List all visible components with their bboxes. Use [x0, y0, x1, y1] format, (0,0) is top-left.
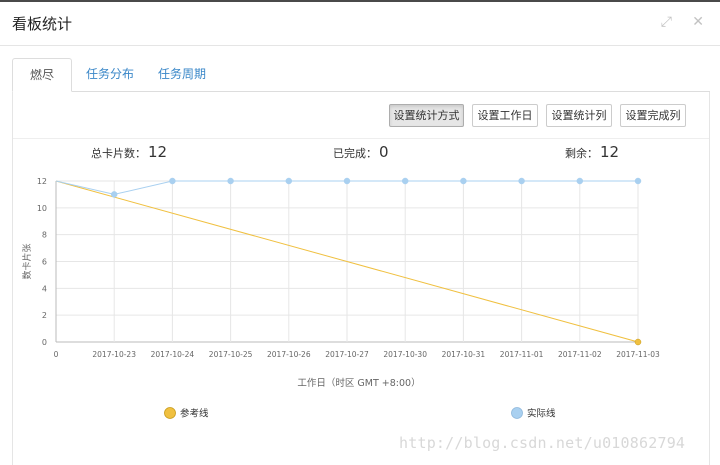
y-tick-label: 12	[37, 177, 47, 186]
x-tick-label: 2017-10-31	[442, 350, 486, 359]
data-point	[518, 177, 525, 185]
x-tick-label: 2017-10-23	[92, 350, 136, 359]
data-point	[460, 177, 467, 185]
legend-marker	[511, 407, 523, 419]
x-tick-label: 2017-10-25	[209, 350, 253, 359]
y-tick-label: 10	[37, 204, 47, 213]
x-axis-label: 工作日（时区 GMT +8:00）	[297, 377, 420, 389]
x-tick-label: 2017-11-01	[500, 350, 544, 359]
x-tick-label: 2017-10-26	[267, 350, 311, 359]
y-axis-label: 数卡片张	[21, 243, 33, 279]
data-point	[169, 177, 176, 185]
data-point	[227, 177, 234, 185]
data-point	[110, 191, 118, 198]
data-point	[576, 177, 584, 185]
y-tick-label: 4	[42, 284, 47, 293]
y-tick-label: 6	[42, 258, 47, 267]
x-tick-label: 2017-10-30	[383, 350, 427, 359]
burndown-chart: 0 2 4 6 8 10 12 0 2017-10-23 2017-10-24 2017-10-25…	[21, 177, 660, 420]
data-point	[343, 177, 351, 185]
legend-label: 参考线	[180, 408, 209, 420]
y-tick-label: 2	[42, 311, 47, 320]
x-tick-label: 2017-11-02	[558, 350, 602, 359]
x-tick-label: 2017-10-27	[325, 350, 369, 359]
data-point	[401, 177, 409, 185]
x-tick-label: 2017-11-03	[616, 350, 660, 359]
x-tick-label: 2017-10-24	[151, 350, 195, 359]
data-point	[285, 177, 293, 185]
watermark: http://blog.csdn.net/u010862794	[399, 434, 686, 452]
y-tick-label: 8	[42, 231, 47, 240]
legend-marker	[164, 407, 176, 419]
legend-label: 实际线	[527, 408, 556, 420]
data-point	[634, 177, 642, 185]
x-tick-label: 0	[54, 350, 59, 359]
y-tick-label: 0	[42, 338, 47, 347]
data-point	[634, 338, 642, 346]
